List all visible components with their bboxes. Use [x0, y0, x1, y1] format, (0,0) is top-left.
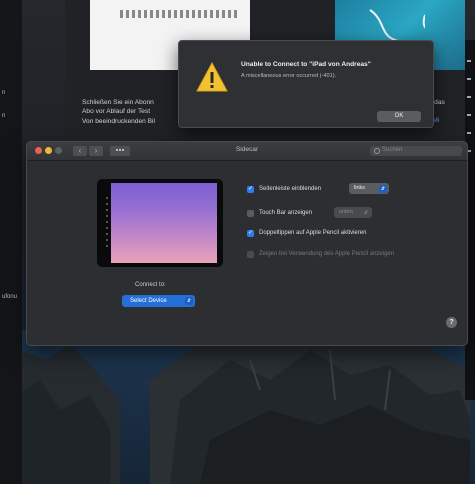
left-sidebar-strip: n n ufonu: [0, 0, 22, 484]
doubletap-checkbox[interactable]: [247, 229, 254, 237]
sidebar-snippet: ufonu: [2, 294, 18, 300]
touchbar-position-value: unten: [339, 209, 353, 215]
sidebar-snippet: n: [2, 90, 6, 96]
error-alert-dialog: Unable to Connect to "iPad von Andreas" …: [178, 40, 434, 128]
alert-message: A miscellaneous error occurred (-401).: [241, 73, 337, 79]
select-device-value: Select Device: [130, 298, 167, 304]
chevron-updown-icon: ⇵: [379, 185, 387, 193]
search-icon: [374, 148, 380, 154]
sidebar-position-value: links: [354, 185, 366, 191]
sidebar-position-popup[interactable]: links ⇵: [349, 183, 389, 194]
ok-button[interactable]: OK: [377, 111, 421, 122]
select-device-popup[interactable]: Select Device ⇵: [122, 295, 195, 307]
touchbar-checkbox[interactable]: [247, 210, 254, 217]
window-titlebar: ‹ › Sidecar Suchen: [27, 142, 467, 161]
doubletap-label: Doppeltippen auf Apple Pencil aktivieren: [259, 230, 367, 236]
sidebar-snippet: n: [2, 113, 6, 119]
ipad-screen: [111, 183, 217, 263]
search-placeholder: Suchen: [382, 147, 403, 153]
help-button[interactable]: ?: [446, 317, 457, 328]
sidebar-label: Seitenleiste einblenden: [259, 186, 322, 192]
connect-to-label: Connect to:: [135, 282, 166, 288]
search-field[interactable]: Suchen: [370, 146, 462, 156]
ipad-illustration: [97, 179, 223, 267]
pencil-checkbox: [247, 251, 254, 258]
alert-title: Unable to Connect to "iPad von Andreas": [241, 61, 371, 68]
sidecar-preferences-window: ‹ › Sidecar Suchen Connect to: Select De…: [26, 141, 468, 346]
warning-triangle-icon: [196, 61, 228, 92]
sidebar-checkbox[interactable]: [247, 185, 254, 193]
sidebar-preview-icon: [106, 197, 108, 247]
touchbar-position-popup[interactable]: unten ⇵: [334, 207, 372, 218]
pencil-label: Zeigen bei Verwendung des Apple Pencil a…: [259, 251, 395, 257]
chevron-updown-icon: ⇵: [185, 297, 193, 305]
touchbar-label: Touch Bar anzeigen: [259, 210, 313, 216]
chevron-updown-icon: ⇵: [362, 209, 370, 217]
